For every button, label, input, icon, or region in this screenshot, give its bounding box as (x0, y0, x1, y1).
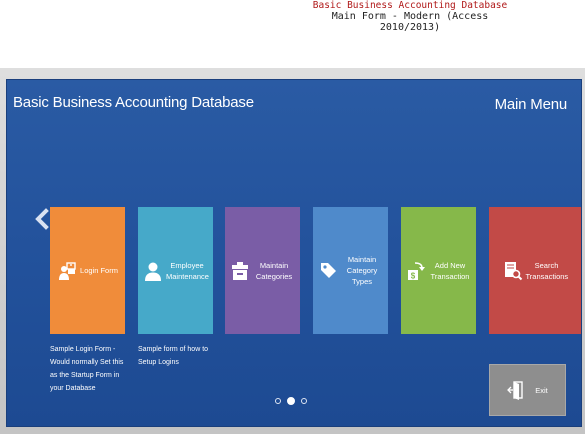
tag-icon (321, 262, 336, 278)
tile-add-new-transaction[interactable]: $ Add New Transaction (401, 207, 476, 334)
svg-text:$: $ (411, 271, 416, 280)
main-menu-title: Main Menu (494, 96, 568, 113)
pager-dot-2[interactable] (287, 397, 295, 405)
window-caption: Basic Business Accounting Database Main … (310, 0, 510, 33)
tile-maintain-category-types[interactable]: Maintain Category Types (313, 207, 388, 334)
tile-description-login: Sample Login Form - Would normally Set t… (50, 346, 124, 392)
search-transactions-icon (504, 261, 522, 280)
add-transaction-icon: $ (408, 261, 425, 280)
tile-label: Login Form (80, 266, 118, 275)
carousel-pager (275, 397, 313, 410)
pager-dot-3[interactable] (301, 398, 307, 404)
tile-login-form[interactable]: Login Form (50, 207, 125, 334)
tile-label: Search Transactions (525, 260, 569, 281)
tile-label: Maintain Categories (255, 260, 293, 281)
tile-description-employee: Sample form of how to Setup Logins (138, 346, 209, 366)
tile-label: Add New Transaction (430, 260, 470, 281)
exit-button[interactable]: Exit (489, 364, 566, 416)
tile-label: Employee Maintenance (166, 260, 209, 281)
caption-title: Basic Business Accounting Database (312, 0, 508, 11)
tile-label: Maintain Category Types (346, 255, 378, 286)
exit-door-icon (507, 381, 523, 400)
tile-employee-maintenance[interactable]: Employee Maintenance (138, 207, 213, 334)
main-form-panel: Basic Business Accounting Database Main … (6, 79, 582, 427)
pager-dot-1[interactable] (275, 398, 281, 404)
caption-subtitle: Main Form - Modern (Access 2010/2013) (331, 11, 489, 33)
employee-icon (145, 262, 161, 281)
exit-label: Exit (535, 385, 548, 395)
login-icon (59, 261, 76, 280)
category-icon (232, 261, 248, 280)
tile-maintain-categories[interactable]: Maintain Categories (225, 207, 300, 334)
app-title: Basic Business Accounting Database (13, 94, 254, 111)
tile-search-transactions[interactable]: Search Transactions (489, 207, 581, 334)
